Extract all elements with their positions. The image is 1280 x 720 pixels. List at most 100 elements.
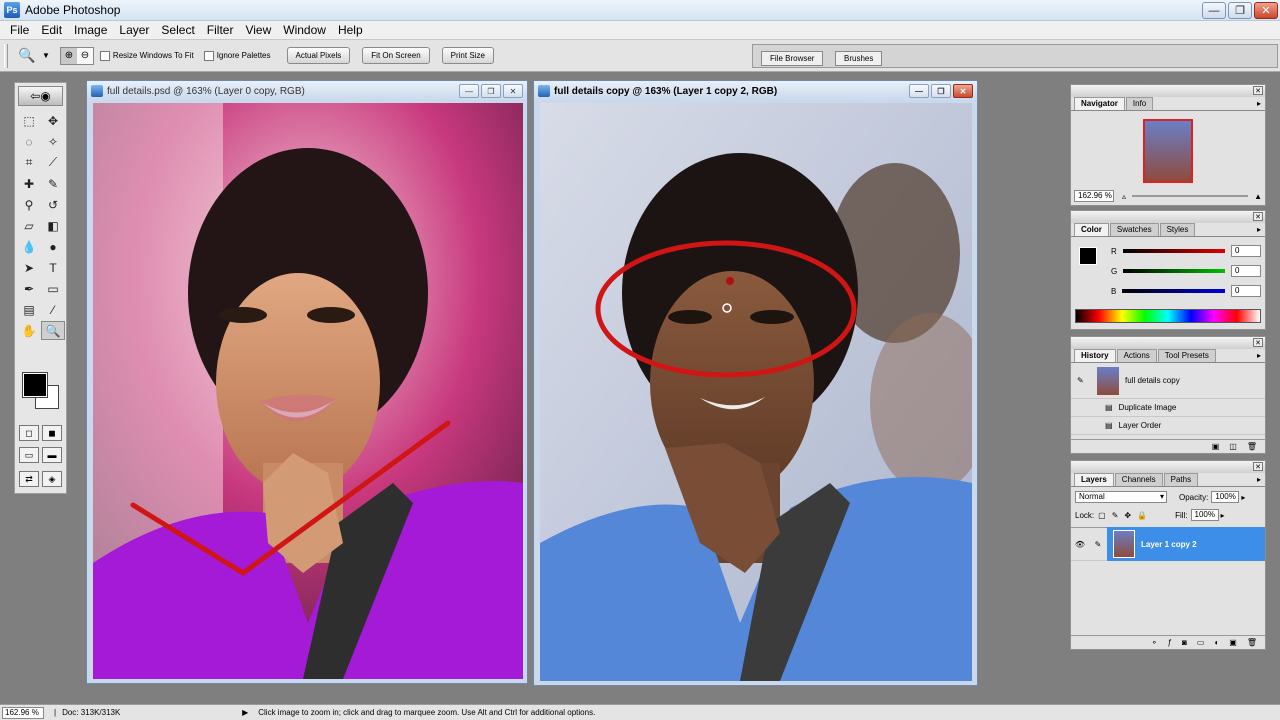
layer-mask-icon[interactable]: ◙ <box>1182 638 1187 647</box>
print-size-button[interactable]: Print Size <box>441 47 494 64</box>
tab-tool-presets[interactable]: Tool Presets <box>1157 349 1216 362</box>
zoom-out-icon[interactable]: ⊖ <box>77 48 93 64</box>
checkbox-box[interactable] <box>99 50 110 61</box>
history-item[interactable]: ▤ Duplicate Image <box>1071 399 1265 417</box>
eraser-tool-icon[interactable]: ▱ <box>17 216 41 235</box>
status-doc-size[interactable]: Doc: 313K/313K <box>62 708 242 717</box>
palette-menu-icon[interactable]: ▸ <box>1257 351 1261 360</box>
document-window-left[interactable]: full details.psd @ 163% (Layer 0 copy, R… <box>86 80 528 684</box>
menu-filter[interactable]: Filter <box>201 23 240 37</box>
history-item[interactable]: ▤ Layer Order <box>1071 417 1265 435</box>
new-document-icon[interactable]: ▣ <box>1212 442 1220 451</box>
actual-pixels-button[interactable]: Actual Pixels <box>286 47 351 64</box>
color-fg-swatch[interactable] <box>1079 247 1097 265</box>
history-snapshot-row[interactable]: ✎ full details copy <box>1071 363 1265 399</box>
document-title-bar[interactable]: full details.psd @ 163% (Layer 0 copy, R… <box>87 81 527 101</box>
adjustment-layer-icon[interactable]: ◐ <box>1214 638 1219 647</box>
marquee-tool-icon[interactable]: ⬚ <box>17 111 41 130</box>
ignore-palettes-checkbox[interactable]: Ignore Palettes <box>203 50 271 61</box>
close-icon[interactable]: ✕ <box>953 84 973 98</box>
lock-transparency-icon[interactable]: ▢ <box>1098 511 1106 520</box>
toolbox-header-icon[interactable]: ⇦◉ <box>18 86 63 106</box>
well-tab-brushes[interactable]: Brushes <box>835 51 883 66</box>
zoom-tool-selected-icon[interactable]: 🔍 <box>41 321 65 340</box>
chevron-down-icon[interactable]: ▼ <box>42 51 50 60</box>
lock-all-icon[interactable]: 🔒 <box>1137 511 1147 520</box>
layer-row-selected[interactable]: 👁 ✎ Layer 1 copy 2 <box>1071 527 1265 561</box>
menu-edit[interactable]: Edit <box>35 23 68 37</box>
document-window-right[interactable]: full details copy @ 163% (Layer 1 copy 2… <box>533 80 978 686</box>
tab-swatches[interactable]: Swatches <box>1109 223 1159 236</box>
image-canvas-right[interactable] <box>540 103 972 681</box>
new-set-icon[interactable]: ▭ <box>1197 638 1205 647</box>
hand-tool-icon[interactable]: ✋ <box>17 321 41 340</box>
tab-actions[interactable]: Actions <box>1116 349 1157 362</box>
magic-wand-icon[interactable]: ✧ <box>41 132 65 151</box>
color-spectrum-bar[interactable] <box>1075 309 1261 323</box>
minimize-icon[interactable]: — <box>1202 2 1226 19</box>
status-menu-icon[interactable]: ▶ <box>242 708 248 717</box>
close-icon[interactable]: ✕ <box>503 84 523 98</box>
menu-layer[interactable]: Layer <box>113 23 155 37</box>
value-g[interactable]: 0 <box>1231 265 1261 277</box>
jump-to-imageready-icon[interactable]: ⇄ <box>19 471 39 487</box>
options-grip[interactable] <box>4 43 8 68</box>
menu-help[interactable]: Help <box>332 23 369 37</box>
lasso-tool-icon[interactable]: ◌ <box>17 132 41 151</box>
layer-selected-highlight[interactable]: Layer 1 copy 2 <box>1107 527 1265 561</box>
chevron-right-icon[interactable]: ▸ <box>1241 493 1245 502</box>
eye-icon[interactable]: 👁 <box>1071 540 1089 549</box>
slider-b[interactable] <box>1122 289 1225 293</box>
blur-tool-icon[interactable]: 💧 <box>17 237 41 256</box>
brush-tool-icon[interactable]: ✎ <box>41 174 65 193</box>
lock-position-icon[interactable]: ✥ <box>1124 511 1131 520</box>
fit-on-screen-button[interactable]: Fit On Screen <box>362 47 430 64</box>
new-layer-icon[interactable]: ▣ <box>1229 638 1237 647</box>
crop-tool-icon[interactable]: ⌗ <box>17 153 41 172</box>
menu-view[interactable]: View <box>239 23 277 37</box>
tab-color[interactable]: Color <box>1074 223 1109 236</box>
trash-icon[interactable]: 🗑 <box>1247 638 1257 647</box>
status-zoom-input[interactable]: 162.96 % <box>2 706 44 719</box>
gradient-tool-icon[interactable]: ◧ <box>41 216 65 235</box>
type-tool-icon[interactable]: T <box>41 258 65 277</box>
close-icon[interactable]: ✕ <box>1253 462 1263 471</box>
lock-pixels-icon[interactable]: ✎ <box>1112 511 1119 520</box>
tab-styles[interactable]: Styles <box>1159 223 1196 236</box>
quick-mask-icon[interactable]: ◼ <box>42 425 62 441</box>
imageready-icon[interactable]: ◈ <box>42 471 62 487</box>
palette-menu-icon[interactable]: ▸ <box>1257 225 1261 234</box>
slider-g[interactable] <box>1123 269 1225 273</box>
notes-tool-icon[interactable]: ▤ <box>17 300 41 319</box>
new-snapshot-icon[interactable]: ◫ <box>1229 442 1237 451</box>
history-brush-source-icon[interactable]: ✎ <box>1077 376 1091 385</box>
tab-navigator[interactable]: Navigator <box>1074 97 1125 110</box>
palette-titlebar[interactable]: ✕ <box>1071 211 1265 223</box>
slice-tool-icon[interactable]: ⟋ <box>41 153 65 172</box>
palette-titlebar[interactable]: ✕ <box>1071 337 1265 349</box>
navigator-zoom-slider[interactable] <box>1132 195 1249 197</box>
zoom-in-small-icon[interactable]: ▲ <box>1254 192 1262 201</box>
path-selection-icon[interactable]: ➤ <box>17 258 41 277</box>
screen-mode-standard-icon[interactable]: ▭ <box>19 447 39 463</box>
link-layers-icon[interactable]: ⚬ <box>1151 638 1158 647</box>
blend-mode-select[interactable]: Normal ▾ <box>1075 491 1167 503</box>
value-r[interactable]: 0 <box>1231 245 1261 257</box>
menu-file[interactable]: File <box>4 23 35 37</box>
menu-window[interactable]: Window <box>277 23 332 37</box>
close-icon[interactable]: ✕ <box>1253 212 1263 221</box>
eyedropper-icon[interactable]: ⁄ <box>41 300 65 319</box>
navigator-zoom-input[interactable]: 162.96 % <box>1074 190 1114 202</box>
minimize-icon[interactable]: — <box>459 84 479 98</box>
layer-style-icon[interactable]: ƒ <box>1168 638 1172 647</box>
standard-mode-icon[interactable]: ◻ <box>19 425 39 441</box>
tab-paths[interactable]: Paths <box>1163 473 1199 486</box>
zoom-in-icon[interactable]: ⊕ <box>60 47 77 64</box>
restore-icon[interactable]: ❐ <box>931 84 951 98</box>
dodge-tool-icon[interactable]: ● <box>41 237 65 256</box>
palette-menu-icon[interactable]: ▸ <box>1257 475 1261 484</box>
tab-channels[interactable]: Channels <box>1114 473 1163 486</box>
foreground-color-swatch[interactable] <box>22 372 48 398</box>
palette-titlebar[interactable]: ✕ <box>1071 461 1265 473</box>
opacity-input[interactable]: 100% <box>1211 491 1240 503</box>
